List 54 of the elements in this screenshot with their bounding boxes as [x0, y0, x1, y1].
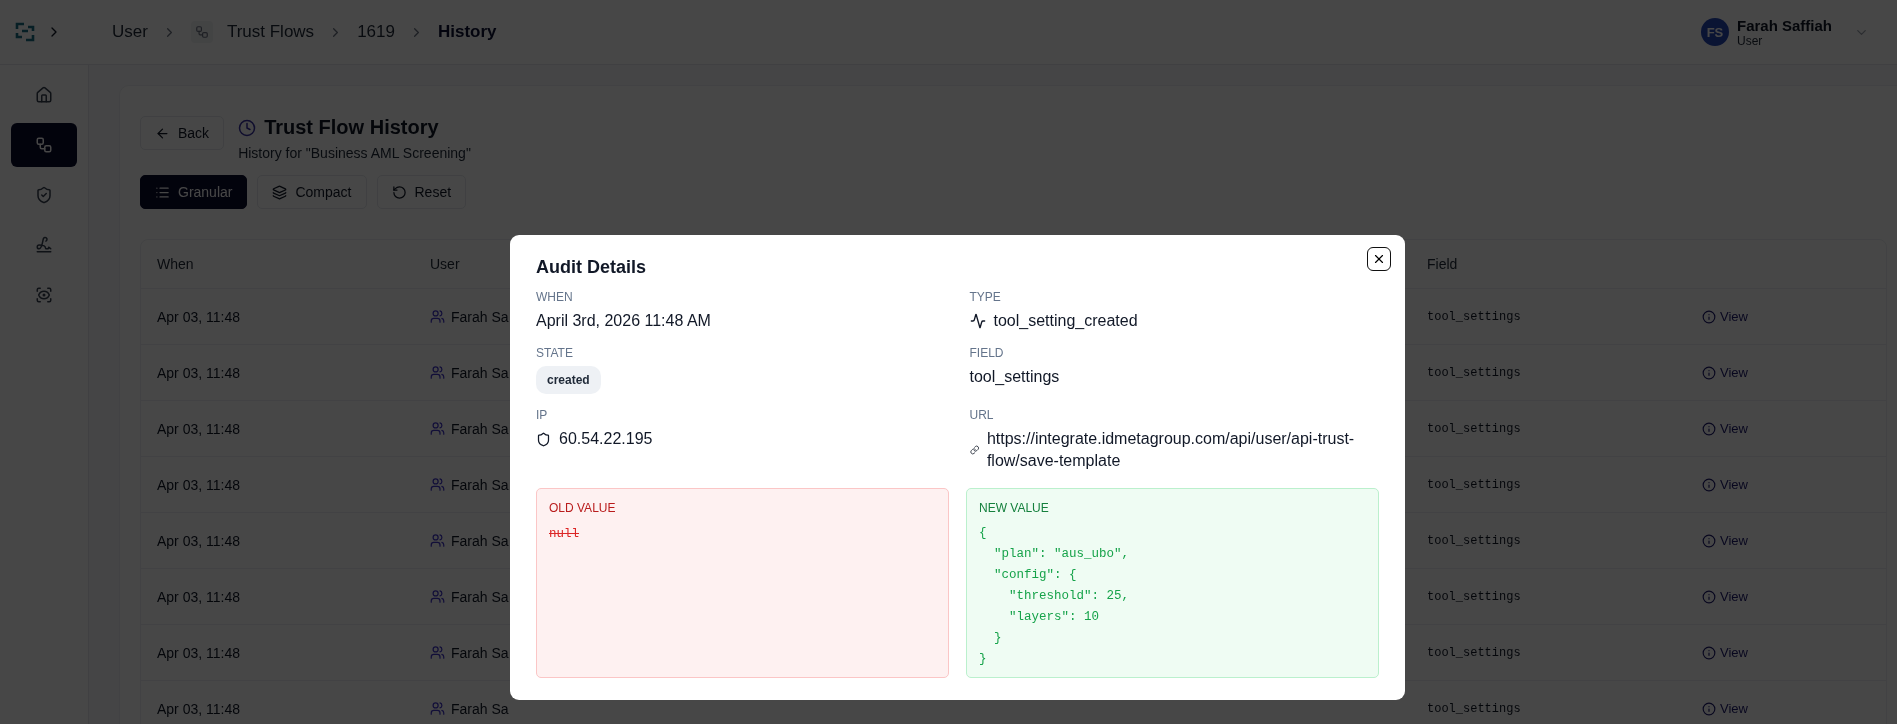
- detail-value: tool_settings: [969, 367, 1061, 387]
- detail-value: tool_setting_created: [993, 311, 1138, 331]
- table-cell: Farah Sa: [451, 364, 509, 381]
- detail-label: IP: [536, 408, 549, 422]
- table-cell: tool_settings: [1427, 477, 1521, 492]
- close-button[interactable]: [1367, 247, 1391, 271]
- user-name: Farah Saffiah: [1736, 16, 1832, 34]
- detail-label: TYPE: [969, 290, 1002, 304]
- table-cell: Apr 03, 11:48: [157, 700, 241, 717]
- table-cell: Farah Sa: [451, 476, 509, 493]
- table-cell: tool_settings: [1427, 533, 1521, 548]
- detail-label: FIELD: [969, 346, 1005, 360]
- column-header: Field: [1427, 256, 1458, 272]
- table-cell: Farah Sa: [451, 644, 509, 661]
- table-cell: tool_settings: [1427, 645, 1521, 660]
- table-cell: tool_settings: [1427, 365, 1521, 380]
- table-cell: Apr 03, 11:48: [157, 308, 241, 325]
- detail-label: STATE: [536, 346, 574, 360]
- shield-icon: [536, 431, 551, 447]
- column-header: When: [157, 256, 194, 272]
- panel-label: OLD VALUE: [549, 501, 617, 515]
- breadcrumb-item[interactable]: History: [437, 22, 497, 42]
- panel-label: NEW VALUE: [979, 501, 1050, 515]
- dialog-title: Audit Details: [536, 257, 647, 278]
- detail-value: 60.54.22.195: [559, 429, 653, 449]
- link-icon: [969, 444, 979, 456]
- table-cell: tool_settings: [1427, 701, 1521, 716]
- detail-label: WHEN: [536, 290, 574, 304]
- table-cell: Apr 03, 11:48: [157, 532, 241, 549]
- table-cell: Apr 03, 11:48: [157, 364, 241, 381]
- table-cell: Farah Sa: [451, 700, 509, 717]
- x-icon: [1372, 252, 1386, 266]
- table-cell: Apr 03, 11:48: [157, 476, 241, 493]
- url-link[interactable]: https://integrate.idmetagroup.com/api/user/api-trust-flow/save-template: [986, 428, 1379, 472]
- table-cell: tool_settings: [1427, 589, 1521, 604]
- detail-label: URL: [969, 408, 995, 422]
- table-cell: tool_settings: [1427, 421, 1521, 436]
- activity-icon: [969, 313, 986, 329]
- json-value-text: { "plan": "aus_ubo", "config": { "threshold": 25, "layers": 10 } }: [979, 525, 1130, 668]
- page-subtitle: History for "Business AML Screening": [238, 145, 471, 161]
- table-cell: tool_settings: [1427, 309, 1521, 324]
- table-cell: Farah Sa: [451, 308, 509, 325]
- table-cell: Apr 03, 11:48: [157, 644, 241, 661]
- table-cell: Farah Sa: [451, 588, 509, 605]
- column-header: User: [430, 256, 460, 272]
- table-cell: Farah Sa: [451, 532, 509, 549]
- null-value-text: null: [549, 526, 579, 543]
- detail-value: April 3rd, 2026 11:48 AM: [536, 311, 712, 331]
- table-cell: Farah Sa: [451, 420, 509, 437]
- user-role: User: [1736, 33, 1764, 48]
- table-cell: Apr 03, 11:48: [157, 420, 241, 437]
- page-title: Trust Flow History: [264, 116, 439, 139]
- table-cell: Apr 03, 11:48: [157, 588, 241, 605]
- state-badge: created: [536, 366, 601, 394]
